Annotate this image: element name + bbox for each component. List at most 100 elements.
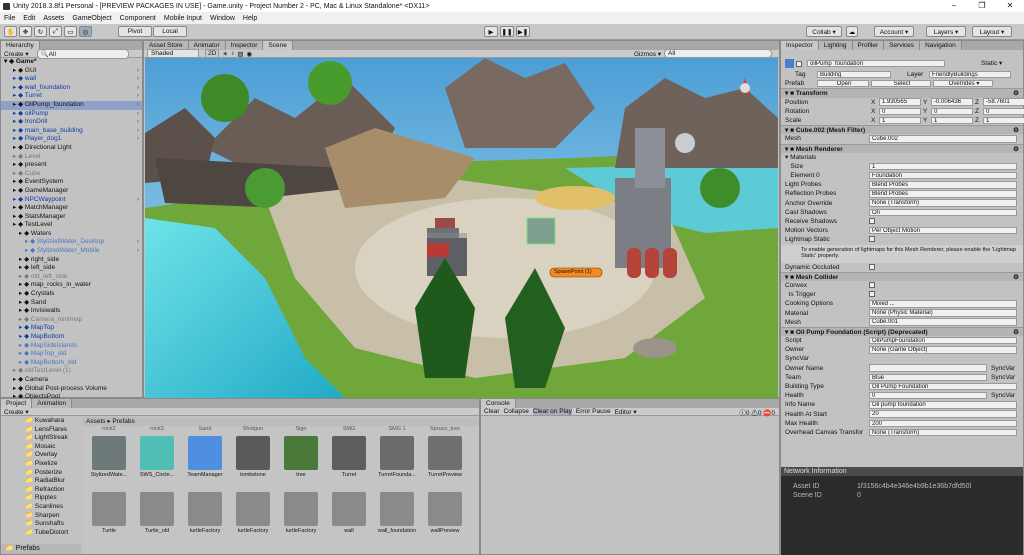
- tab-inspector[interactable]: Inspector: [781, 41, 819, 50]
- hierarchy-item[interactable]: ▸ ◆ StatsManager: [1, 213, 142, 222]
- orientation-gizmo-icon[interactable]: [740, 83, 750, 93]
- menu-gameobject[interactable]: GameObject: [72, 15, 111, 22]
- folder-item[interactable]: 📁 Overlay: [1, 451, 81, 460]
- expand-arrow-icon[interactable]: ▸: [19, 281, 22, 288]
- audio-toggle-icon[interactable]: ♪: [231, 50, 234, 57]
- rotation-z-field[interactable]: 0: [983, 107, 1024, 116]
- hierarchy-item[interactable]: ▸ ◆ StylizedWater_Mobile ›: [1, 247, 142, 256]
- menu-assets[interactable]: Assets: [43, 15, 64, 22]
- gizmos-dropdown[interactable]: Gizmos ▾: [634, 50, 661, 58]
- expand-arrow-icon[interactable]: ▸: [13, 118, 16, 125]
- chevron-right-icon[interactable]: ›: [137, 67, 139, 76]
- hidden-count-icon[interactable]: ◉: [247, 50, 253, 58]
- menu-mobile-input[interactable]: Mobile Input: [164, 15, 202, 22]
- expand-arrow-icon[interactable]: ▸: [13, 101, 16, 108]
- account-button[interactable]: Account ▾: [874, 26, 914, 37]
- tag-dropdown[interactable]: Building: [817, 70, 891, 79]
- prefab-item[interactable]: turtleFactory: [183, 492, 227, 534]
- collider-material-field[interactable]: None (Physic Material): [869, 309, 1017, 317]
- convex-checkbox[interactable]: [869, 281, 875, 288]
- health-at-start-field[interactable]: 20: [869, 410, 1017, 418]
- folder-item[interactable]: 📁 Scanlines: [1, 503, 81, 512]
- console-clear-button[interactable]: Clear: [484, 408, 500, 415]
- tab-profiler[interactable]: Profiler: [852, 41, 885, 50]
- hierarchy-item[interactable]: ▸ ◆ MapSideIslands: [1, 342, 142, 351]
- shading-dropdown[interactable]: Shaded: [147, 49, 199, 58]
- hierarchy-item[interactable]: ▸ ◆ Directional Light: [1, 144, 142, 153]
- chevron-right-icon[interactable]: ›: [137, 110, 139, 119]
- team-field[interactable]: Blue: [869, 373, 987, 382]
- hierarchy-item[interactable]: ▸ ◆ Global Post-process Volume: [1, 385, 142, 394]
- object-name-field[interactable]: oilPump_foundation: [807, 59, 945, 68]
- folder-item[interactable]: 📁 Sunshafts: [1, 520, 81, 529]
- overhead-canvas-field[interactable]: None (Transform): [869, 428, 1017, 437]
- layers-button[interactable]: Layers ▾: [926, 26, 966, 37]
- building-type-field[interactable]: Oil Pump Foundation: [869, 382, 1017, 391]
- owner-name-field[interactable]: [869, 364, 987, 372]
- hierarchy-item[interactable]: ▸ ◆ wall ›: [1, 75, 142, 84]
- menu-component[interactable]: Component: [120, 15, 156, 22]
- scene-search-input[interactable]: All: [664, 49, 772, 58]
- hierarchy-item[interactable]: ▸ ◆ present: [1, 161, 142, 170]
- scale-x-field[interactable]: 1: [879, 116, 921, 125]
- expand-arrow-icon[interactable]: ▸: [13, 144, 16, 151]
- tab-lighting[interactable]: Lighting: [818, 41, 853, 50]
- dynamic-occluded-checkbox[interactable]: [869, 263, 875, 270]
- expand-arrow-icon[interactable]: ▸: [13, 187, 16, 194]
- expand-arrow-icon[interactable]: ▸: [13, 67, 16, 74]
- expand-arrow-icon[interactable]: ▸: [13, 75, 16, 82]
- expand-arrow-icon[interactable]: ▸: [19, 324, 22, 331]
- expand-arrow-icon[interactable]: ▸: [19, 350, 22, 357]
- motion-vectors-field[interactable]: Per Object Motion: [869, 226, 1017, 235]
- folder-item[interactable]: 📁 Posterize: [1, 469, 81, 478]
- hierarchy-item[interactable]: ▸ ◆ Sand: [1, 299, 142, 308]
- breadcrumb-prefabs[interactable]: Prefabs: [112, 418, 134, 425]
- tab-services[interactable]: Services: [884, 41, 921, 50]
- hierarchy-item[interactable]: ▸ ◆ left_side: [1, 264, 142, 273]
- script-header[interactable]: ▾ ■ Oil Pump Foundation (Script) (Deprec…: [781, 326, 1023, 337]
- project-create-button[interactable]: Create ▾: [4, 408, 29, 416]
- light-probes-field[interactable]: Blend Probes: [869, 181, 1017, 189]
- expand-arrow-icon[interactable]: ▸: [25, 238, 28, 245]
- hierarchy-item[interactable]: ▸ ◆ MapBottom_old: [1, 359, 142, 368]
- collider-mesh-field[interactable]: Cube.001: [869, 318, 1017, 326]
- expand-arrow-icon[interactable]: ▸: [13, 170, 16, 177]
- transform-header[interactable]: ▾ ■ Transform ⚙: [781, 88, 1023, 98]
- cloud-icon[interactable]: ☁: [846, 26, 858, 37]
- active-checkbox[interactable]: [795, 60, 802, 67]
- prefab-item[interactable]: Turtle: [87, 492, 131, 534]
- expand-arrow-icon[interactable]: ▸: [19, 273, 22, 280]
- hierarchy-item[interactable]: ▸ ◆ TestLevel: [1, 221, 142, 230]
- prefab-item[interactable]: SWS_Circle...: [135, 436, 179, 478]
- menu-file[interactable]: File: [4, 15, 15, 22]
- folder-item[interactable]: 📁 LensFlares: [1, 426, 81, 435]
- hierarchy-create-button[interactable]: Create ▾: [4, 50, 29, 58]
- layer-dropdown[interactable]: FriendlyBuildings: [929, 70, 1011, 79]
- prefab-item[interactable]: turtleFactory: [231, 492, 275, 534]
- expand-arrow-icon[interactable]: ▸: [19, 359, 22, 366]
- hierarchy-item[interactable]: ▸ ◆ Camera: [1, 376, 142, 385]
- cast-shadows-field[interactable]: On: [869, 208, 1017, 217]
- reflection-probes-field[interactable]: Blend Probes: [869, 190, 1017, 198]
- play-button[interactable]: ▶: [484, 26, 498, 37]
- mesh-collider-header[interactable]: ▾ ■ Mesh Collider ⚙: [781, 271, 1023, 281]
- step-button[interactable]: ▶❚: [516, 26, 530, 37]
- chevron-right-icon[interactable]: ›: [137, 247, 139, 256]
- prefab-item[interactable]: Turret: [327, 436, 371, 478]
- expand-arrow-icon[interactable]: ▸: [13, 153, 16, 160]
- owner-field[interactable]: None (Game Object): [869, 346, 1017, 354]
- position-y-field[interactable]: -0.006436: [931, 98, 973, 106]
- folder-item[interactable]: 📁 Refraction: [1, 486, 81, 495]
- static-dropdown[interactable]: Static ▾: [981, 59, 1002, 68]
- hierarchy-item[interactable]: ▸ ◆ oilPump ›: [1, 110, 142, 119]
- maximize-button[interactable]: ❐: [968, 0, 996, 12]
- prefab-item[interactable]: Turtle_old: [135, 492, 179, 534]
- breadcrumb-assets[interactable]: Assets: [86, 418, 106, 425]
- tab-animation[interactable]: Animation: [32, 399, 73, 408]
- expand-arrow-icon[interactable]: ▸: [13, 135, 16, 142]
- console-collapse-button[interactable]: Collapse: [504, 408, 529, 415]
- error-count[interactable]: 0: [771, 410, 775, 417]
- hierarchy-item[interactable]: ▸ ◆ Level: [1, 153, 142, 162]
- cooking-options-field[interactable]: Mixed ...: [869, 300, 1017, 308]
- chevron-right-icon[interactable]: ›: [137, 118, 139, 127]
